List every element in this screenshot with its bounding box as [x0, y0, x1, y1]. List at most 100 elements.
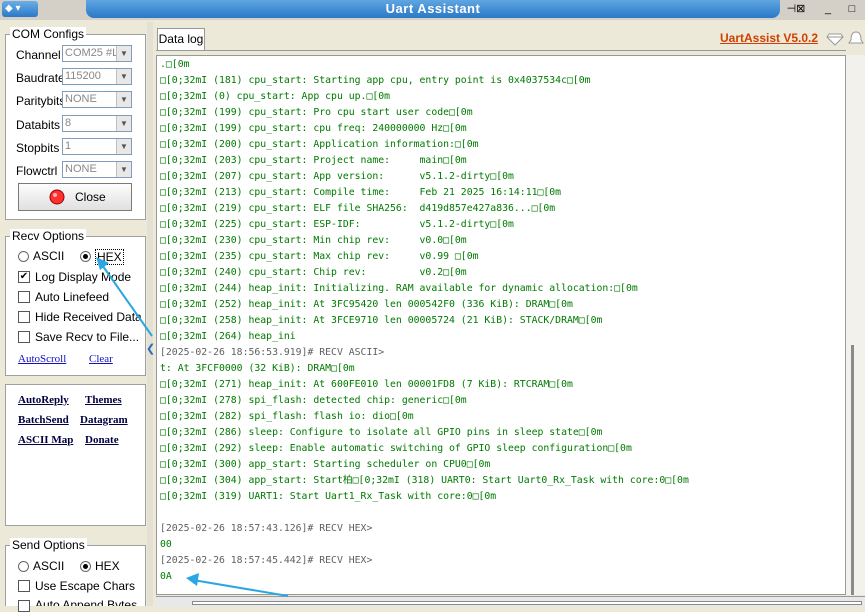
log-line: 00 — [160, 539, 172, 550]
databits-label: Databits — [16, 118, 61, 132]
auto-linefeed-checkbox[interactable] — [18, 291, 30, 303]
auto-linefeed-label: Auto Linefeed — [35, 290, 110, 304]
clear-link[interactable]: Clear — [89, 353, 113, 365]
send-hex-label: HEX — [95, 559, 120, 573]
chevron-down-icon: ▼ — [116, 69, 131, 84]
log-line: □[0;32mI (213) cpu_start: Compile time: … — [160, 187, 562, 198]
escape-chars-label: Use Escape Chars — [35, 579, 136, 593]
scrollbar-thumb[interactable] — [851, 345, 854, 595]
send-hex-radio[interactable] — [80, 561, 91, 572]
system-menu-button[interactable]: ◆ ▾ — [2, 1, 38, 17]
window-title: Uart Assistant — [86, 0, 780, 18]
chevron-down-icon: ▼ — [116, 116, 131, 131]
send-ascii-radio[interactable] — [18, 561, 29, 572]
splitter[interactable] — [147, 22, 153, 606]
paritybits-select[interactable]: NONE ▼ — [62, 91, 132, 108]
flowctrl-label: Flowctrl — [16, 164, 58, 178]
log-line: □[0;32mI (258) heap_init: At 3FCE9710 le… — [160, 315, 603, 326]
log-line: □[0;32mI (271) heap_init: At 600FE010 le… — [160, 379, 573, 390]
stopbits-select[interactable]: 1 ▼ — [62, 138, 132, 155]
red-led-icon — [49, 189, 65, 205]
recv-hex-radio[interactable] — [80, 251, 91, 262]
channel-select[interactable]: COM25 #L ▼ — [62, 45, 132, 62]
collapse-arrow-icon[interactable]: ❮ — [146, 342, 155, 364]
log-line: □[0;32mI (240) cpu_start: Chip rev: v0.2… — [160, 267, 467, 278]
log-line: t: At 3FCF0000 (32 KiB): DRAM□[0m — [160, 363, 355, 374]
log-line: □[0;32mI (292) sleep: Enable automatic s… — [160, 443, 632, 454]
send-input[interactable] — [192, 601, 862, 605]
log-line: □[0;32mI (304) app_start: Start柏□[0;32mI… — [160, 475, 689, 486]
brand-link[interactable]: UartAssist V5.0.2 — [720, 31, 818, 45]
log-line: □[0;32mI (203) cpu_start: Project name: … — [160, 155, 467, 166]
log-line: □[0;32mI (252) heap_init: At 3FC95420 le… — [160, 299, 573, 310]
log-line: □[0;32mI (225) cpu_start: ESP-IDF: v5.1.… — [160, 219, 514, 230]
log-display-label: Log Display Mode — [35, 270, 132, 284]
ascii-map-link[interactable]: ASCII Map — [18, 434, 73, 446]
chevron-down-icon: ▼ — [116, 46, 131, 61]
stopbits-label: Stopbits — [16, 141, 60, 155]
datagram-link[interactable]: Datagram — [80, 414, 128, 426]
baudrate-select[interactable]: 115200 ▼ — [62, 68, 132, 85]
log-line: □[0;32mI (300) app_start: Starting sched… — [160, 459, 491, 470]
escape-chars-checkbox[interactable] — [18, 580, 30, 592]
log-line: □[0;32mI (230) cpu_start: Min chip rev: … — [160, 235, 467, 246]
data-log-panel[interactable]: .□[0m □[0;32mI (181) cpu_start: Starting … — [156, 55, 846, 595]
flowctrl-select[interactable]: NONE ▼ — [62, 161, 132, 178]
com-configs-title: COM Configs — [10, 27, 87, 41]
close-port-button[interactable]: Close — [18, 183, 132, 211]
pin-icon[interactable]: ⊣⊠ — [786, 1, 806, 17]
log-line: □[0;32mI (244) heap_init: Initializing. … — [160, 283, 638, 294]
log-line: □[0;32mI (200) cpu_start: Application in… — [160, 139, 479, 150]
auto-append-label: Auto Append Bytes — [35, 598, 138, 606]
chevron-down-icon: ▼ — [116, 92, 131, 107]
minimize-button[interactable]: _ — [818, 1, 838, 17]
recv-options-title: Recv Options — [10, 229, 87, 243]
vertical-scrollbar[interactable] — [846, 55, 865, 595]
log-line: □[0;32mI (282) spi_flash: flash io: dio□… — [160, 411, 414, 422]
hide-received-checkbox[interactable] — [18, 311, 30, 323]
autoscroll-link[interactable]: AutoScroll — [18, 353, 66, 365]
bell-icon[interactable] — [848, 30, 865, 46]
send-ascii-label: ASCII — [33, 559, 65, 573]
log-line: □[0;32mI (235) cpu_start: Max chip rev: … — [160, 251, 479, 262]
log-line: □[0;32mI (319) UART1: Start Uart1_Rx_Tas… — [160, 491, 497, 502]
databits-select[interactable]: 8 ▼ — [62, 115, 132, 132]
log-line: .□[0m — [160, 59, 190, 70]
log-line: □[0;32mI (181) cpu_start: Starting app c… — [160, 75, 591, 86]
log-line: □[0;32mI (286) sleep: Configure to isola… — [160, 427, 603, 438]
log-line: □[0;32mI (207) cpu_start: App version: v… — [160, 171, 514, 182]
recv-ascii-label: ASCII — [33, 249, 65, 263]
save-recv-checkbox[interactable] — [18, 331, 30, 343]
log-display-checkbox[interactable]: ✔ — [18, 271, 30, 283]
send-options-title: Send Options — [10, 538, 87, 552]
themes-link[interactable]: Themes — [85, 394, 122, 406]
log-line: □[0;32mI (199) cpu_start: Pro cpu start … — [160, 107, 473, 118]
chevron-down-icon: ▼ — [116, 162, 131, 177]
send-options-group — [5, 545, 146, 606]
log-line: [2025-02-26 18:57:45.442]# RECV HEX> — [160, 555, 373, 566]
log-line: □[0;32mI (0) cpu_start: App cpu up.□[0m — [160, 91, 391, 102]
send-area[interactable] — [156, 596, 865, 607]
recv-ascii-radio[interactable] — [18, 251, 29, 262]
recv-hex-label: HEX — [95, 249, 124, 265]
paritybits-label: Paritybits — [16, 94, 66, 108]
channel-label: Channel — [16, 48, 61, 62]
log-line: 0A — [160, 571, 172, 582]
chevron-down-icon: ▼ — [116, 139, 131, 154]
donate-link[interactable]: Donate — [85, 434, 119, 446]
tab-data-log[interactable]: Data log — [157, 28, 205, 50]
log-line: [2025-02-26 18:57:43.126]# RECV HEX> — [160, 523, 373, 534]
log-line: □[0;32mI (199) cpu_start: cpu freq: 2400… — [160, 123, 467, 134]
title-bar: ◆ ▾ Uart Assistant ⊣⊠ _ □ — [0, 0, 865, 20]
log-line: □[0;32mI (219) cpu_start: ELF file SHA25… — [160, 203, 556, 214]
log-line: □[0;32mI (264) heap_ini — [160, 331, 296, 342]
hide-received-label: Hide Received Data — [35, 310, 142, 324]
baudrate-label: Baudrate — [16, 71, 65, 85]
auto-append-checkbox[interactable] — [18, 600, 30, 612]
diamond-icon[interactable] — [826, 30, 844, 46]
log-line: [2025-02-26 18:56:53.919]# RECV ASCII> — [160, 347, 385, 358]
batchsend-link[interactable]: BatchSend — [18, 414, 69, 426]
maximize-button[interactable]: □ — [842, 1, 862, 17]
autoreply-link[interactable]: AutoReply — [18, 394, 69, 406]
log-line: □[0;32mI (278) spi_flash: detected chip:… — [160, 395, 467, 406]
